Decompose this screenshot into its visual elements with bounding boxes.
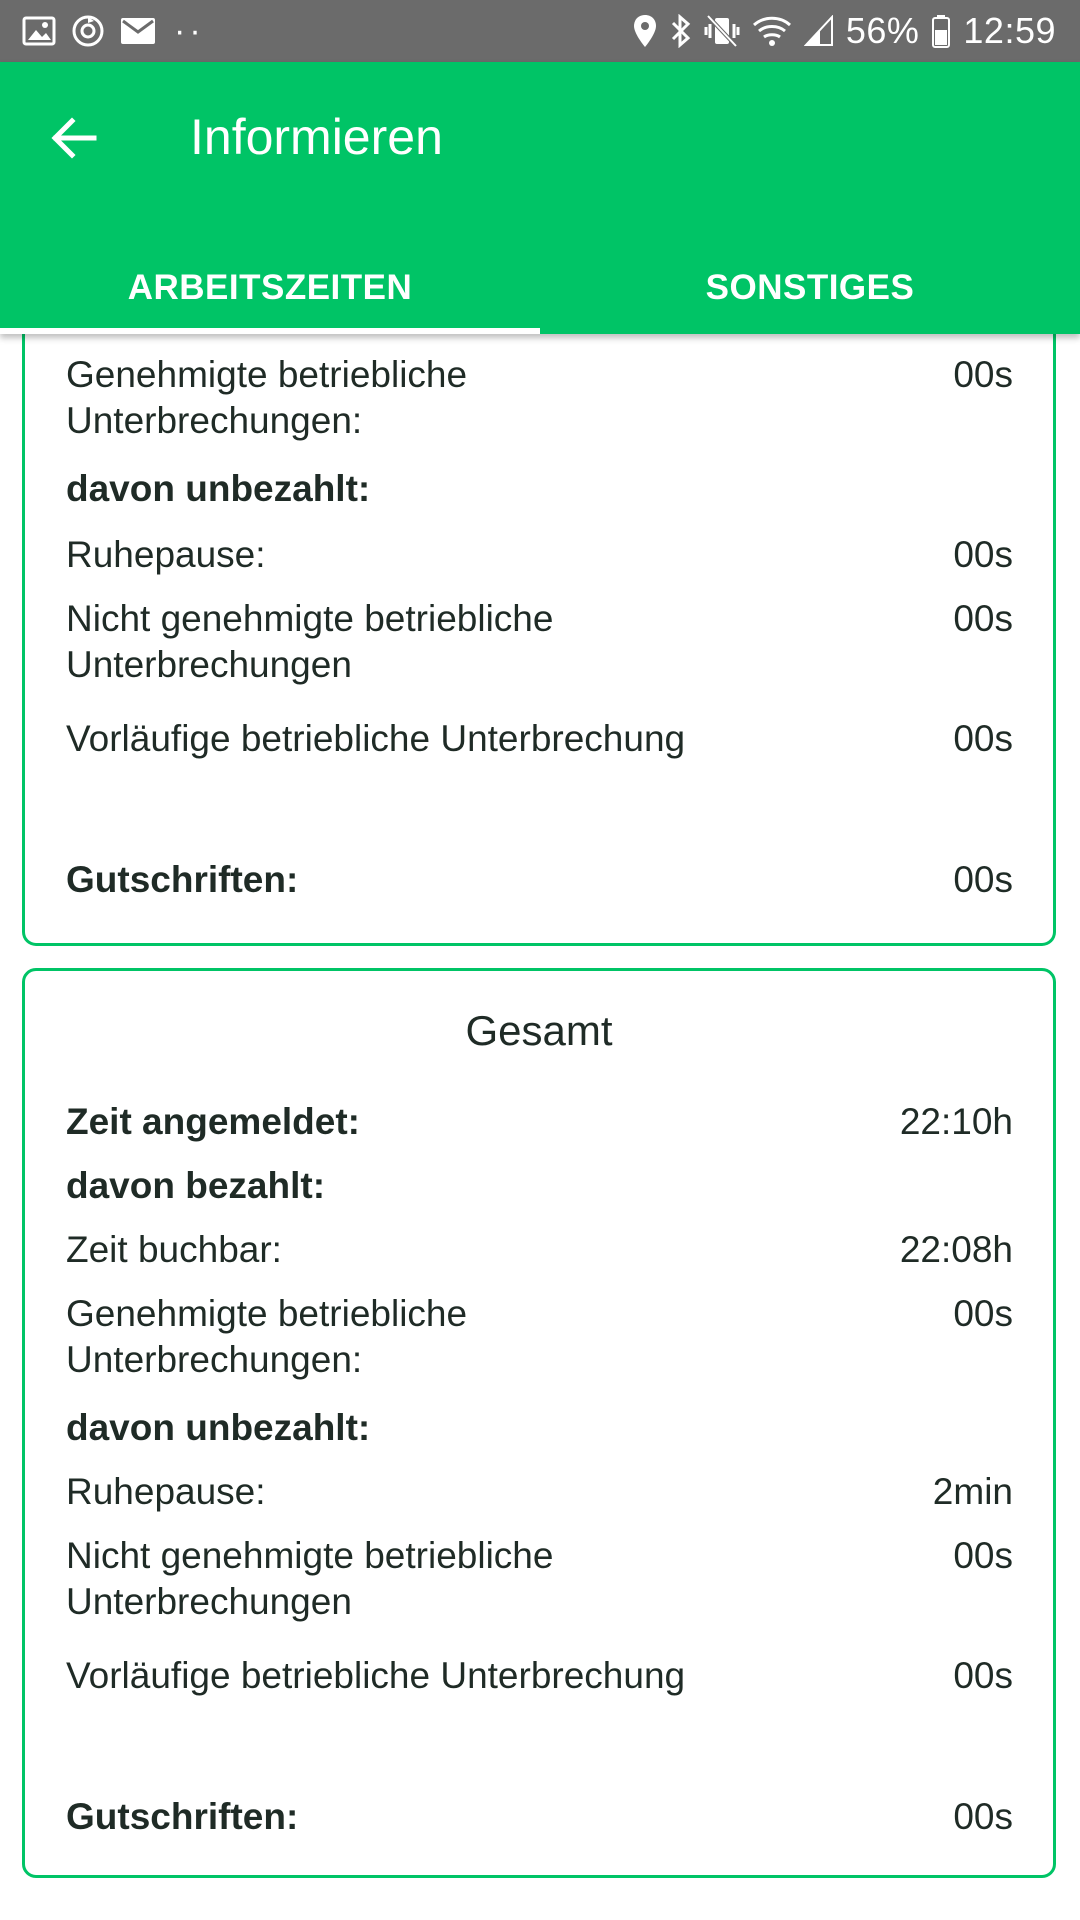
- row-ruhepause: Ruhepause: 00s: [66, 532, 1013, 578]
- status-overflow-dots: ··: [174, 11, 205, 50]
- status-bar: ·· 56% 12:59: [0, 0, 1080, 62]
- row-value: 00s: [953, 1535, 1013, 1576]
- row-value: 00s: [953, 598, 1013, 639]
- row-label: davon unbezahlt:: [66, 1407, 371, 1448]
- app-bar: Informieren ARBEITSZEITEN SONSTIGES: [0, 62, 1080, 334]
- row-ruhepause: Ruhepause: 2min: [66, 1469, 1013, 1515]
- card-title: Gesamt: [465, 1007, 613, 1054]
- row-davon-unbezahlt: davon unbezahlt:: [66, 466, 1013, 512]
- row-zeit-buchbar: Zeit buchbar: 22:08h: [66, 1227, 1013, 1273]
- row-label: davon bezahlt:: [66, 1165, 326, 1206]
- row-nicht-genehmigte-unterbrechungen: Nicht genehmigte betriebliche Unterbrech…: [66, 1533, 1013, 1625]
- row-value: 00s: [953, 1293, 1013, 1334]
- row-value: 00s: [953, 534, 1013, 575]
- tab-bar: ARBEITSZEITEN SONSTIGES: [0, 242, 1080, 334]
- sync-icon: [72, 15, 104, 47]
- row-label: Nicht genehmigte betriebliche Unterbrech…: [66, 1535, 554, 1622]
- row-label: davon unbezahlt:: [66, 468, 371, 509]
- wifi-icon: [752, 16, 791, 46]
- mail-icon: [121, 18, 155, 44]
- row-label: Genehmigte betriebliche Unterbrechungen:: [66, 354, 468, 441]
- tab-arbeitszeiten[interactable]: ARBEITSZEITEN: [0, 242, 540, 334]
- battery-percent: 56%: [845, 10, 920, 51]
- row-zeit-angemeldet: Zeit angemeldet: 22:10h: [66, 1099, 1013, 1145]
- row-label: Gutschriften:: [66, 859, 299, 900]
- row-label: Genehmigte betriebliche Unterbrechungen:: [66, 1293, 468, 1380]
- row-vorlaeufige-unterbrechung: Vorläufige betriebliche Unterbrechung 00…: [66, 1653, 1013, 1699]
- row-label: Zeit buchbar:: [66, 1229, 282, 1270]
- row-value: 2min: [932, 1471, 1013, 1512]
- row-value: 22:10h: [899, 1101, 1013, 1142]
- clock: 12:59: [963, 10, 1056, 51]
- row-label: Zeit angemeldet:: [66, 1101, 360, 1142]
- row-label: Ruhepause:: [66, 534, 266, 575]
- row-value: 00s: [953, 1655, 1013, 1696]
- row-label: Ruhepause:: [66, 1471, 266, 1512]
- battery-icon: [932, 15, 951, 48]
- gesamt-card: Gesamt Zeit angemeldet: 22:10h davon bez…: [22, 968, 1056, 1878]
- row-nicht-genehmigte-unterbrechungen: Nicht genehmigte betriebliche Unterbrech…: [66, 596, 1013, 688]
- signal-icon: [803, 15, 833, 46]
- image-icon: [22, 16, 56, 46]
- page-title: Informieren: [190, 109, 443, 165]
- row-label: Nicht genehmigte betriebliche Unterbrech…: [66, 598, 554, 685]
- row-value: 00s: [953, 1796, 1013, 1837]
- vibrate-icon: [704, 14, 740, 48]
- row-label: Vorläufige betriebliche Unterbrechung: [66, 718, 686, 759]
- location-icon: [633, 15, 656, 47]
- tab-sonstiges[interactable]: SONSTIGES: [540, 242, 1080, 334]
- row-value: 00s: [953, 859, 1013, 900]
- row-value: 22:08h: [899, 1229, 1013, 1270]
- back-arrow-icon[interactable]: [48, 112, 100, 164]
- row-label: Vorläufige betriebliche Unterbrechung: [66, 1655, 686, 1696]
- row-value: 00s: [953, 718, 1013, 759]
- row-genehmigte-unterbrechungen: Genehmigte betriebliche Unterbrechungen:…: [66, 1291, 1013, 1383]
- row-vorlaeufige-unterbrechung: Vorläufige betriebliche Unterbrechung 00…: [66, 716, 1013, 762]
- row-genehmigte-unterbrechungen: Genehmigte betriebliche Unterbrechungen:…: [66, 352, 1013, 444]
- summary-card-partial: Genehmigte betriebliche Unterbrechungen:…: [22, 300, 1056, 946]
- row-gutschriften: Gutschriften: 00s: [66, 1794, 1013, 1840]
- row-gutschriften: Gutschriften: 00s: [66, 857, 1013, 903]
- row-label: Gutschriften:: [66, 1796, 299, 1837]
- bluetooth-icon: [671, 14, 691, 48]
- row-davon-bezahlt: davon bezahlt:: [66, 1163, 1013, 1209]
- row-value: 00s: [953, 354, 1013, 395]
- row-davon-unbezahlt: davon unbezahlt:: [66, 1405, 1013, 1451]
